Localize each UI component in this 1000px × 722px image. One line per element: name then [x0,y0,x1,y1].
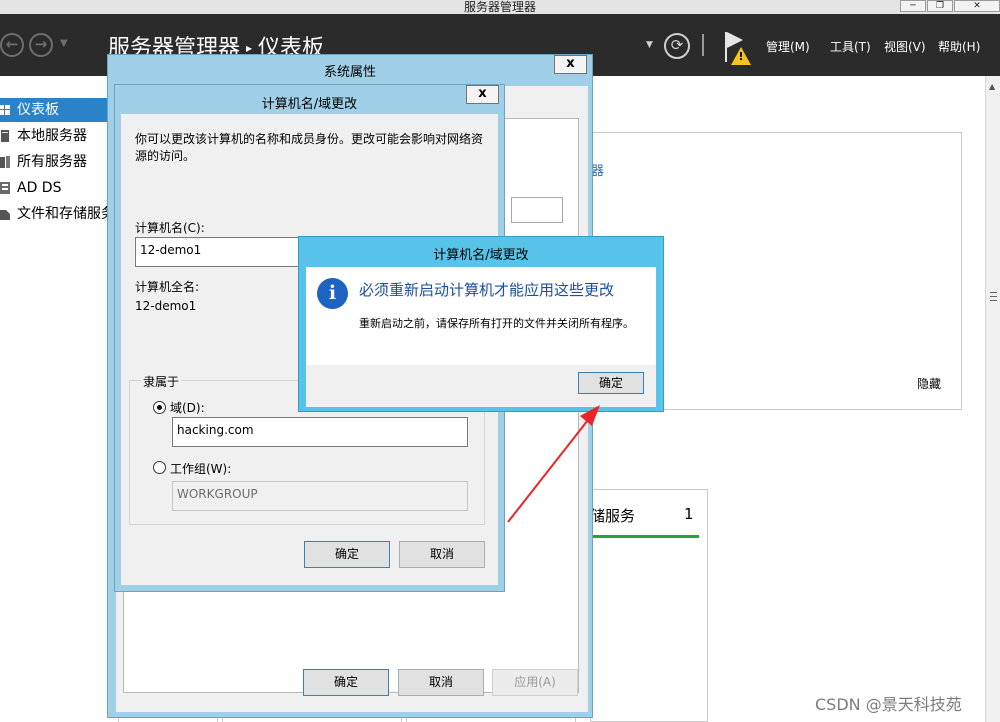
server-icon [1,130,9,142]
sidebar: 仪表板 本地服务器 所有服务器 AD DS 文件和存储服务 [0,76,112,722]
computer-name-cancel-button[interactable]: 取消 [399,541,485,568]
restart-message-title: 计算机名/域更改 [433,248,529,263]
forward-arrow-icon[interactable]: → [29,33,53,57]
computer-name-description: 你可以更改该计算机的名称和成员身份。更改可能会影响对网络资源的访问。 [135,132,484,163]
restart-message-text: 重新启动之前，请保存所有打开的文件并关闭所有程序。 [359,317,634,330]
header-dropdown-icon[interactable]: ▼ [646,40,653,50]
system-properties-ok-button[interactable]: 确定 [303,669,389,696]
restart-message-footer: 确定 [306,365,656,407]
servers-icon [0,156,10,168]
menu-manage[interactable]: 管理(M) [766,38,810,55]
sidebar-item-label: 文件和存储服务 [17,206,112,222]
menu-help[interactable]: 帮助(H) [938,38,980,55]
full-name-label: 计算机全名: [135,280,200,294]
scroll-thumb[interactable] [990,292,997,301]
dashboard-icon [0,105,10,115]
role-tile-title: 储服务 [590,507,636,525]
sidebar-item-ad-ds[interactable]: AD DS [0,176,112,200]
window-close-button[interactable]: ✕ [954,0,1000,12]
window-title: 服务器管理器 [463,0,536,14]
computer-name-dialog-title: 计算机名/域更改 [261,97,358,112]
apply-button[interactable]: 应用(A) [492,669,578,696]
minimize-button[interactable]: ─ [900,0,926,12]
vertical-scrollbar[interactable]: ▲ [985,76,1000,722]
hide-link[interactable]: 隐藏 [917,375,941,392]
window-controls: ─ ❐ ✕ [899,0,1000,14]
domain-input[interactable]: hacking.com [172,417,468,447]
sidebar-item-dashboard[interactable]: 仪表板 [0,98,112,122]
status-bar [592,535,699,538]
restart-ok-button[interactable]: 确定 [578,372,644,394]
background-text-field[interactable] [511,197,563,223]
sidebar-item-local-server[interactable]: 本地服务器 [0,124,112,148]
computer-name-input[interactable]: 12-demo1 [135,237,325,267]
restart-message-body: i 必须重新启动计算机才能应用这些更改 重新启动之前，请保存所有打开的文件并关闭… [306,267,656,365]
scroll-up-icon[interactable]: ▲ [989,82,995,91]
system-properties-title: 系统属性 [323,65,376,80]
workgroup-label: 工作组(W): [170,462,232,476]
restart-message-heading: 必须重新启动计算机才能应用这些更改 [359,281,615,299]
computer-name-label: 计算机名(C): [135,221,205,235]
sidebar-item-label: 本地服务器 [17,128,87,144]
sidebar-item-label: AD DS [17,180,62,196]
computer-name-ok-button[interactable]: 确定 [304,541,390,568]
sidebar-item-file-storage[interactable]: 文件和存储服务 [0,202,112,226]
member-of-label: 隶属于 [141,373,182,390]
domain-label: 域(D): [170,401,205,415]
info-icon: i [317,278,348,309]
domain-radio[interactable] [153,401,166,414]
workgroup-radio[interactable] [153,461,166,474]
workgroup-input[interactable]: WORKGROUP [172,481,468,511]
refresh-icon[interactable]: ⟳ [664,33,690,59]
full-name-value: 12-demo1 [135,299,197,313]
system-properties-close-button[interactable]: x [554,55,587,74]
back-arrow-icon[interactable]: ← [0,33,24,57]
sidebar-item-all-servers[interactable]: 所有服务器 [0,150,112,174]
restore-button[interactable]: ❐ [927,0,953,12]
window-titlebar: 服务器管理器 ─ ❐ ✕ [0,0,1000,14]
restart-message-dialog: 计算机名/域更改 i 必须重新启动计算机才能应用这些更改 重新启动之前，请保存所… [298,236,664,412]
directory-icon [0,182,10,194]
sidebar-item-label: 所有服务器 [17,154,87,170]
menu-view[interactable]: 视图(V) [884,38,926,55]
menu-tools[interactable]: 工具(T) [830,38,871,55]
computer-name-close-button[interactable]: x [466,85,499,104]
role-tile-count: 1 [684,505,694,523]
storage-icon [0,210,10,220]
watermark: CSDN @景天科技苑 [815,695,962,714]
header-divider [702,34,704,56]
sidebar-item-label: 仪表板 [17,102,59,118]
system-properties-cancel-button[interactable]: 取消 [398,669,484,696]
history-dropdown-icon[interactable]: ▼ [60,38,68,49]
breadcrumb-separator-icon: ▸ [246,41,253,55]
